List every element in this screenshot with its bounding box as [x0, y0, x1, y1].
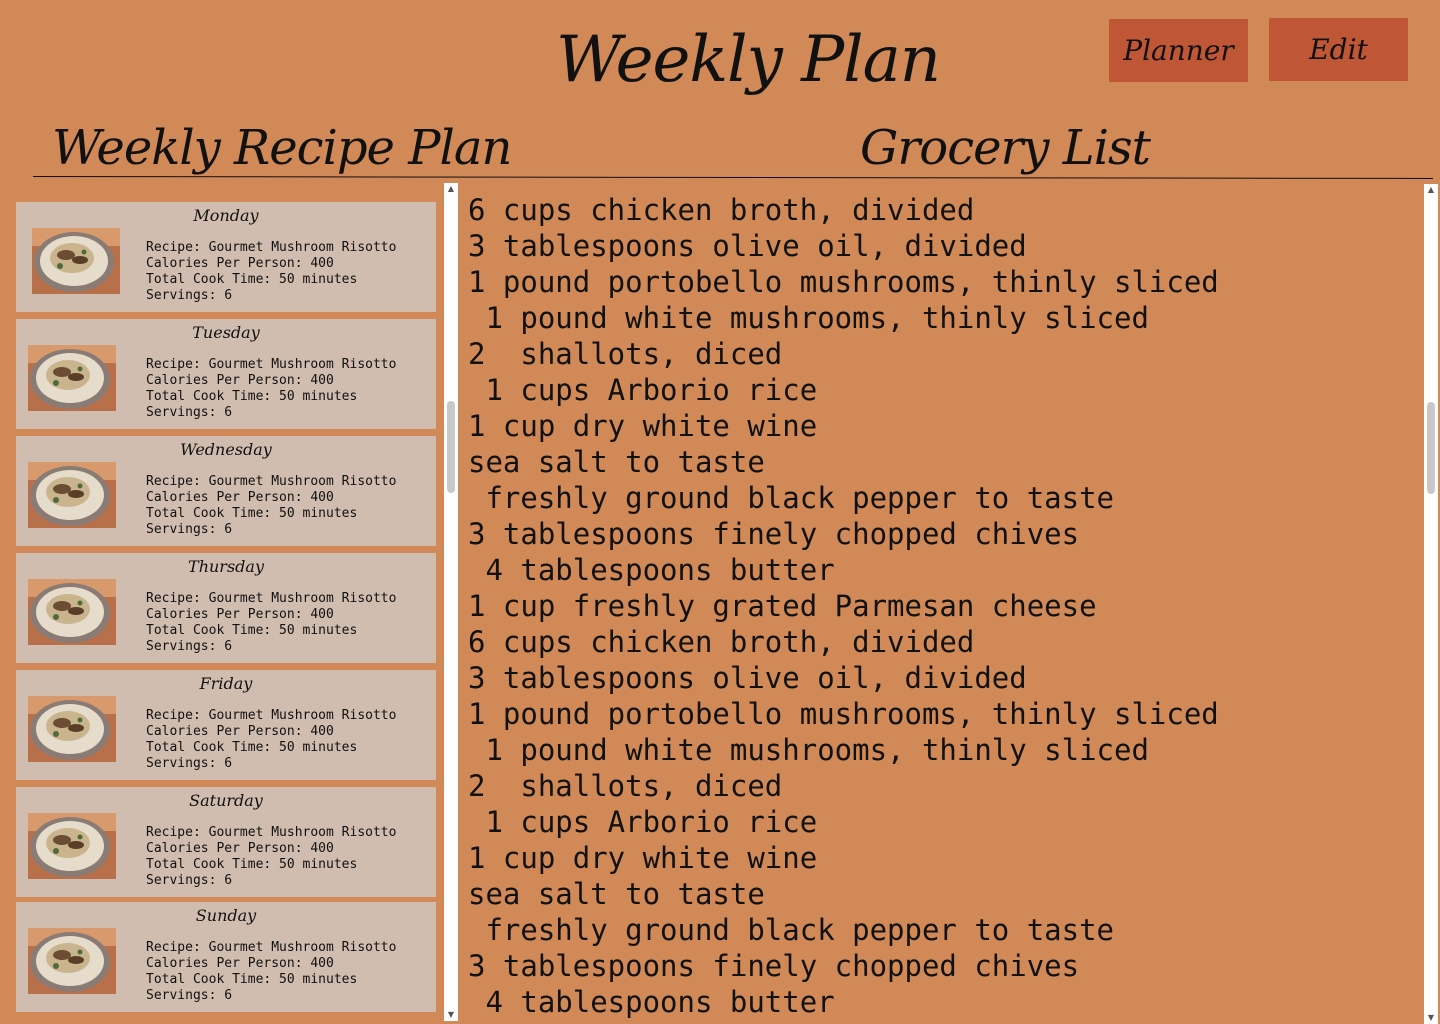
grocery-item: 1 pound white mushrooms, thinly sliced — [468, 301, 1149, 335]
grocery-item: 1 cup freshly grated Parmesan cheese — [468, 589, 1097, 623]
grocery-item: 4 tablespoons butter — [468, 553, 835, 587]
planner-button[interactable]: Planner — [1109, 19, 1248, 82]
recipe-recipe: Recipe: Gourmet Mushroom Risotto — [146, 940, 397, 955]
recipe-calories: Calories Per Person: 400 — [146, 490, 334, 505]
recipe-servings: Servings: 6 — [146, 988, 233, 1003]
recipe-servings: Servings: 6 — [146, 405, 233, 420]
recipe-details: Recipe: Gourmet Mushroom Risotto Calories… — [146, 940, 396, 1004]
day-card-tuesday[interactable]: Tuesday Recipe: Gourmet Mushroom Risotto C… — [16, 319, 436, 429]
recipe-cook-time: Total Cook Time: 50 minutes — [146, 389, 358, 404]
grocery-item: freshly ground black pepper to taste — [468, 913, 1115, 947]
scroll-down-arrow-icon[interactable]: ▼ — [444, 1009, 458, 1021]
recipe-details: Recipe: Gourmet Mushroom Risotto Calories… — [146, 591, 396, 655]
risotto-photo-icon — [28, 696, 116, 762]
day-name: Saturday — [189, 791, 263, 810]
recipe-details: Recipe: Gourmet Mushroom Risotto Calories… — [146, 240, 396, 304]
recipe-cook-time: Total Cook Time: 50 minutes — [146, 506, 358, 521]
recipe-recipe: Recipe: Gourmet Mushroom Risotto — [146, 708, 397, 723]
recipe-recipe: Recipe: Gourmet Mushroom Risotto — [146, 474, 397, 489]
grocery-item: 1 pound white mushrooms, thinly sliced — [468, 733, 1149, 767]
grocery-list-heading: Grocery List — [860, 120, 1151, 176]
recipe-cook-time: Total Cook Time: 50 minutes — [146, 857, 358, 872]
day-card-thursday[interactable]: Thursday Recipe: Gourmet Mushroom Risotto… — [16, 553, 436, 663]
grocery-item: 3 tablespoons finely chopped chives — [468, 949, 1080, 983]
scroll-down-arrow-icon[interactable]: ▼ — [1424, 1012, 1438, 1024]
recipe-calories: Calories Per Person: 400 — [146, 607, 334, 622]
recipe-calories: Calories Per Person: 400 — [146, 956, 334, 971]
grocery-item: sea salt to taste — [468, 877, 765, 911]
recipe-plan-scrollbar[interactable]: ▲ ▼ — [444, 183, 458, 1021]
recipe-cook-time: Total Cook Time: 50 minutes — [146, 972, 358, 987]
grocery-item: 6 cups chicken broth, divided — [468, 193, 975, 227]
grocery-list[interactable]: 6 cups chicken broth, divided 3 tablespoo… — [468, 192, 1418, 1024]
grocery-item: 3 tablespoons olive oil, divided — [468, 661, 1027, 695]
recipe-calories: Calories Per Person: 400 — [146, 256, 334, 271]
day-card-monday[interactable]: Monday Recipe: Gourmet Mushroom Risotto Ca… — [16, 202, 436, 312]
scroll-up-arrow-icon[interactable]: ▲ — [1424, 184, 1438, 196]
day-name: Monday — [193, 206, 259, 225]
recipe-calories: Calories Per Person: 400 — [146, 841, 334, 856]
grocery-item: freshly ground black pepper to taste — [468, 481, 1115, 515]
day-name: Friday — [199, 674, 253, 693]
grocery-item: 1 pound portobello mushrooms, thinly sli… — [468, 697, 1219, 731]
recipe-details: Recipe: Gourmet Mushroom Risotto Calories… — [146, 708, 396, 772]
scroll-up-arrow-icon[interactable]: ▲ — [444, 183, 458, 195]
recipe-calories: Calories Per Person: 400 — [146, 373, 334, 388]
grocery-item: 3 tablespoons finely chopped chives — [468, 517, 1080, 551]
recipe-cook-time: Total Cook Time: 50 minutes — [146, 272, 358, 287]
day-name: Thursday — [188, 557, 264, 576]
grocery-item: 2 shallots, diced — [468, 769, 783, 803]
risotto-photo-icon — [28, 579, 116, 645]
recipe-plan-scroll-thumb[interactable] — [447, 401, 455, 493]
risotto-photo-icon — [28, 813, 116, 879]
recipe-recipe: Recipe: Gourmet Mushroom Risotto — [146, 357, 397, 372]
day-name: Tuesday — [192, 323, 260, 342]
recipe-servings: Servings: 6 — [146, 639, 233, 654]
day-name: Wednesday — [180, 440, 272, 459]
grocery-item: 1 cups Arborio rice — [468, 805, 818, 839]
recipe-plan-heading: Weekly Recipe Plan — [52, 120, 512, 176]
risotto-photo-icon — [28, 462, 116, 528]
page-title: Weekly Plan — [556, 23, 941, 97]
grocery-item: 6 cups chicken broth, divided — [468, 625, 975, 659]
recipe-recipe: Recipe: Gourmet Mushroom Risotto — [146, 240, 397, 255]
grocery-item: 2 shallots, diced — [468, 337, 783, 371]
risotto-photo-icon — [32, 228, 120, 294]
grocery-item: 1 cup dry white wine — [468, 841, 818, 875]
edit-button[interactable]: Edit — [1269, 18, 1408, 81]
recipe-details: Recipe: Gourmet Mushroom Risotto Calories… — [146, 357, 396, 421]
grocery-item: 1 pound portobello mushrooms, thinly sli… — [468, 265, 1219, 299]
recipe-cook-time: Total Cook Time: 50 minutes — [146, 740, 358, 755]
recipe-details: Recipe: Gourmet Mushroom Risotto Calories… — [146, 825, 396, 889]
day-card-wednesday[interactable]: Wednesday Recipe: Gourmet Mushroom Risott… — [16, 436, 436, 546]
recipe-details: Recipe: Gourmet Mushroom Risotto Calories… — [146, 474, 396, 538]
risotto-photo-icon — [28, 928, 116, 994]
grocery-item: 1 cups Arborio rice — [468, 373, 818, 407]
risotto-photo-icon — [28, 345, 116, 411]
grocery-list-scroll-thumb[interactable] — [1427, 402, 1435, 494]
recipe-servings: Servings: 6 — [146, 288, 233, 303]
recipe-calories: Calories Per Person: 400 — [146, 724, 334, 739]
recipe-cook-time: Total Cook Time: 50 minutes — [146, 623, 358, 638]
day-name: Sunday — [195, 906, 257, 925]
day-card-sunday[interactable]: Sunday Recipe: Gourmet Mushroom Risotto Ca… — [16, 902, 436, 1012]
grocery-list-scrollbar[interactable]: ▲ ▼ — [1424, 184, 1438, 1024]
recipe-plan-list[interactable]: Monday Recipe: Gourmet Mushroom Risotto Ca… — [0, 186, 444, 1024]
grocery-item: 3 tablespoons olive oil, divided — [468, 229, 1027, 263]
recipe-servings: Servings: 6 — [146, 522, 233, 537]
day-card-saturday[interactable]: Saturday Recipe: Gourmet Mushroom Risotto… — [16, 787, 436, 897]
recipe-recipe: Recipe: Gourmet Mushroom Risotto — [146, 591, 397, 606]
day-card-friday[interactable]: Friday Recipe: Gourmet Mushroom Risotto Ca… — [16, 670, 436, 780]
grocery-item: 4 tablespoons butter — [468, 985, 835, 1019]
recipe-servings: Servings: 6 — [146, 756, 233, 771]
grocery-item: sea salt to taste — [468, 445, 765, 479]
grocery-item: 1 cup dry white wine — [468, 409, 818, 443]
recipe-recipe: Recipe: Gourmet Mushroom Risotto — [146, 825, 397, 840]
recipe-servings: Servings: 6 — [146, 873, 233, 888]
